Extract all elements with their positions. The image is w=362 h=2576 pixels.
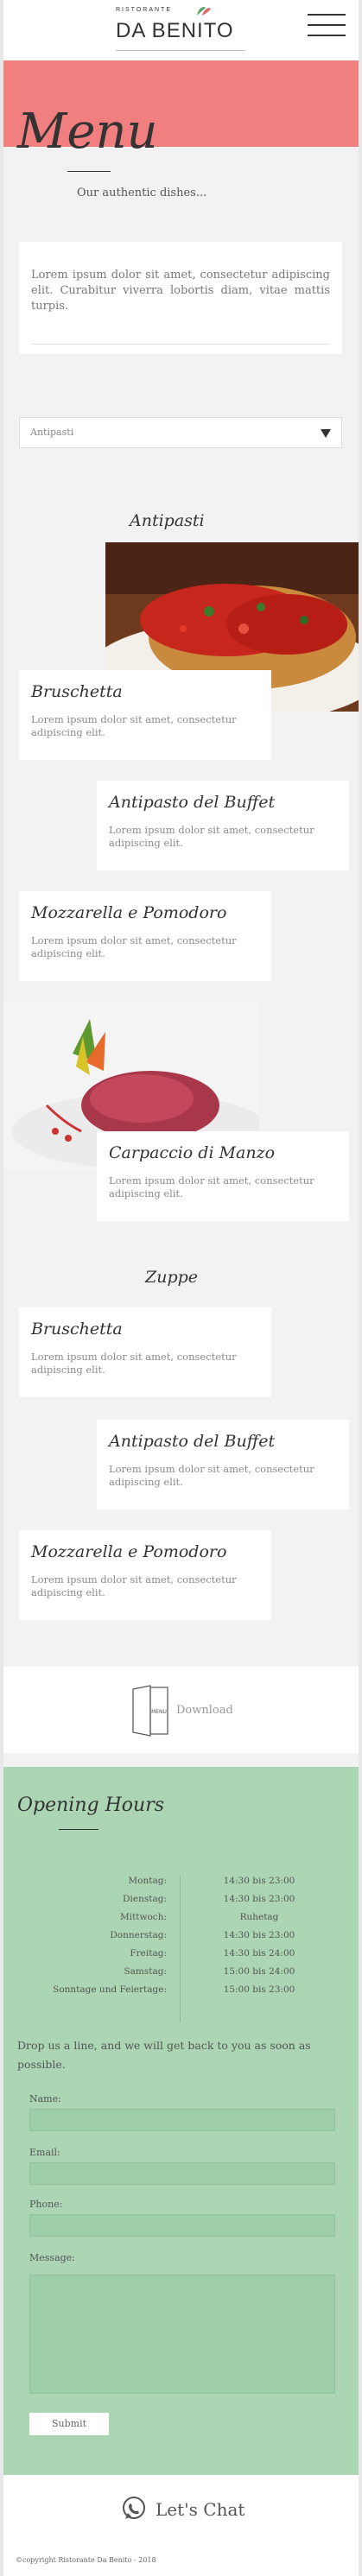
- hours-day: Montag:: [128, 1876, 167, 1886]
- message-label: Message:: [29, 2252, 75, 2263]
- hours-day: Mittwoch:: [119, 1912, 167, 1922]
- message-field[interactable]: [29, 2275, 335, 2394]
- menu-item-desc: Lorem ipsum dolor sit amet, consectetur …: [31, 1351, 237, 1376]
- hours-time: 15:00 bis 23:00: [223, 1984, 295, 1995]
- hours-day: Dienstag:: [123, 1894, 167, 1904]
- menu-item-desc: Lorem ipsum dolor sit amet, consectetur …: [109, 1174, 314, 1199]
- menu-item-name: Mozzarella e Pomodoro: [31, 1542, 227, 1561]
- chat-label: Let's Chat: [156, 2499, 245, 2520]
- menu-item-name: Mozzarella e Pomodoro: [31, 903, 227, 922]
- email-field[interactable]: [29, 2162, 335, 2185]
- page-title: Menu: [17, 104, 158, 160]
- chat-button[interactable]: Let's Chat: [3, 2475, 359, 2544]
- download-menu-button[interactable]: MENU Download: [3, 1667, 359, 1753]
- caret-down-icon: [321, 429, 331, 438]
- hours-row: Mittwoch: Ruhetag: [3, 1912, 359, 1930]
- name-label: Name:: [29, 2093, 61, 2104]
- email-label: Email:: [29, 2147, 60, 2158]
- menu-item-card: Mozzarella e Pomodoro Lorem ipsum dolor …: [19, 891, 271, 981]
- section-title-zuppe: Zuppe: [145, 1268, 199, 1287]
- hamburger-icon[interactable]: [308, 14, 346, 43]
- download-label: Download: [176, 1704, 233, 1717]
- opening-hours-section: Opening Hours Montag: 14:30 bis 23:00 Di…: [3, 1767, 359, 2475]
- menu-item-name: Carpaccio di Manzo: [109, 1143, 276, 1162]
- menu-item-name: Antipasto del Buffet: [109, 793, 276, 812]
- hours-row: Montag: 14:30 bis 23:00: [3, 1876, 359, 1894]
- hours-time: 14:30 bis 23:00: [223, 1930, 295, 1940]
- footer: ©copyright Ristorante Da Benito - 2018: [3, 2544, 359, 2576]
- category-select[interactable]: Antipasti: [19, 417, 342, 448]
- hours-day: Sonntage und Feiertage:: [53, 1984, 167, 1995]
- menu-book-icon-text: MENU: [151, 1709, 167, 1715]
- hours-day: Freitag:: [130, 1948, 167, 1959]
- menu-book-icon: MENU: [132, 1685, 168, 1737]
- menu-item-desc: Lorem ipsum dolor sit amet, consectetur …: [31, 934, 237, 959]
- copyright-text: ©copyright Ristorante Da Benito - 2018: [16, 2556, 156, 2564]
- menu-item-desc: Lorem ipsum dolor sit amet, consectetur …: [31, 713, 237, 738]
- phone-label: Phone:: [29, 2199, 63, 2210]
- category-select-value: Antipasti: [30, 427, 74, 438]
- title-underline: [67, 171, 111, 172]
- page: RISTORANTE DA BENITO Menu Our authentic …: [3, 0, 359, 2576]
- hours-table: Montag: 14:30 bis 23:00 Dienstag: 14:30 …: [3, 1876, 359, 2003]
- hours-time: Ruhetag: [239, 1912, 279, 1922]
- hours-day: Samstag:: [124, 1966, 167, 1977]
- logo-leaf-icon: [197, 7, 211, 16]
- section-title-antipasti: Antipasti: [130, 511, 205, 530]
- menu-item-name: Bruschetta: [31, 1320, 123, 1339]
- page-subtitle: Our authentic dishes...: [77, 187, 207, 199]
- menu-item-card: Bruschetta Lorem ipsum dolor sit amet, c…: [19, 670, 271, 760]
- hours-row: Sonntage und Feiertage: 15:00 bis 23:00: [3, 1984, 359, 2003]
- header: RISTORANTE DA BENITO: [3, 0, 359, 60]
- menu-item-desc: Lorem ipsum dolor sit amet, consectetur …: [31, 1573, 237, 1598]
- hours-row: Dienstag: 14:30 bis 23:00: [3, 1894, 359, 1912]
- name-field[interactable]: [29, 2109, 335, 2131]
- logo-small-text: RISTORANTE: [116, 7, 172, 13]
- menu-item-card: Antipasto del Buffet Lorem ipsum dolor s…: [97, 1420, 349, 1510]
- hours-row: Samstag: 15:00 bis 24:00: [3, 1966, 359, 1984]
- menu-item-desc: Lorem ipsum dolor sit amet, consectetur …: [109, 824, 314, 849]
- hours-day: Donnerstag:: [110, 1930, 167, 1940]
- hours-time: 14:30 bis 23:00: [223, 1894, 295, 1904]
- menu-item-name: Bruschetta: [31, 682, 123, 701]
- menu-item-desc: Lorem ipsum dolor sit amet, consectetur …: [109, 1463, 314, 1488]
- contact-intro: Drop us a line, and we will get back to …: [17, 2039, 311, 2071]
- hours-title: Opening Hours: [17, 1794, 164, 1816]
- phone-field[interactable]: [29, 2214, 335, 2237]
- menu-item-name: Antipasto del Buffet: [109, 1432, 276, 1451]
- submit-button[interactable]: Submit: [29, 2413, 109, 2435]
- menu-item-card: Mozzarella e Pomodoro Lorem ipsum dolor …: [19, 1530, 271, 1620]
- hours-time: 15:00 bis 24:00: [223, 1966, 295, 1977]
- logo-main-text[interactable]: DA BENITO: [116, 19, 234, 43]
- hours-row: Freitag: 14:30 bis 24:00: [3, 1948, 359, 1966]
- menu-item-card: Carpaccio di Manzo Lorem ipsum dolor sit…: [97, 1131, 349, 1221]
- intro-text: Lorem ipsum dolor sit amet, consectetur …: [31, 269, 330, 313]
- logo-underline: [116, 50, 245, 51]
- hours-underline: [59, 1829, 98, 1830]
- intro-box: Lorem ipsum dolor sit amet, consectetur …: [19, 242, 342, 354]
- whatsapp-icon: [123, 2497, 145, 2519]
- menu-item-card: Antipasto del Buffet Lorem ipsum dolor s…: [97, 781, 349, 870]
- hours-time: 14:30 bis 23:00: [223, 1876, 295, 1886]
- menu-item-card: Bruschetta Lorem ipsum dolor sit amet, c…: [19, 1307, 271, 1397]
- hours-row: Donnerstag: 14:30 bis 23:00: [3, 1930, 359, 1948]
- hours-time: 14:30 bis 24:00: [223, 1948, 295, 1959]
- divider: [31, 344, 330, 345]
